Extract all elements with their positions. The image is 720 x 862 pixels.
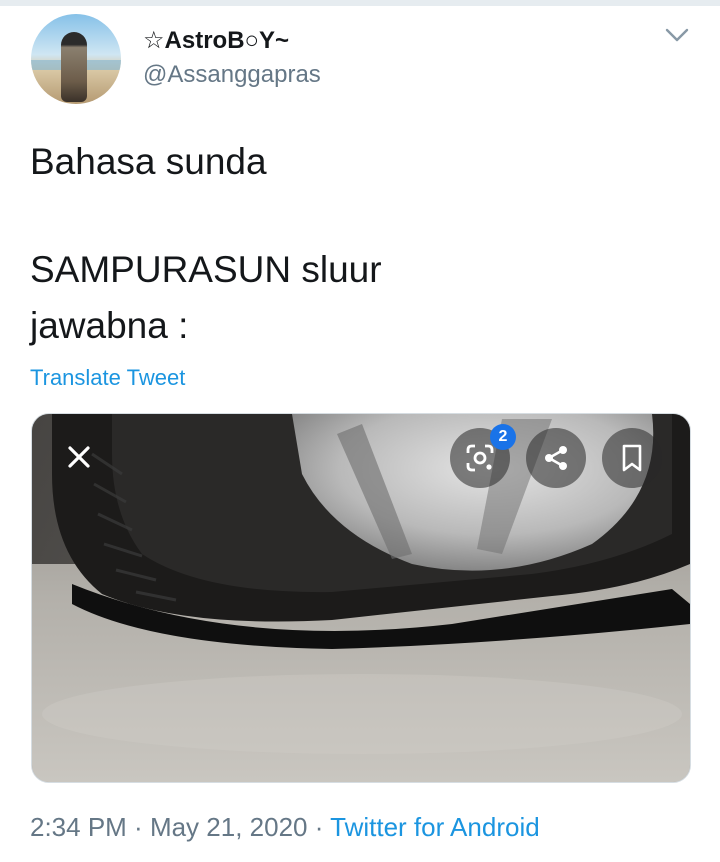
meta-separator-2: · — [307, 812, 331, 842]
tweet-text-line-1: Bahasa sunda — [30, 141, 267, 182]
tweet-source-link[interactable]: Twitter for Android — [330, 812, 540, 842]
share-icon — [545, 446, 567, 470]
close-button[interactable] — [56, 434, 102, 480]
avatar-person — [61, 32, 87, 102]
avatar[interactable] — [31, 14, 121, 104]
top-divider — [0, 0, 720, 6]
lens-badge: 2 — [490, 424, 516, 450]
bookmark-button[interactable] — [602, 428, 662, 488]
flat-tire-photo — [32, 414, 690, 782]
lens-icon — [466, 444, 494, 472]
bookmark-icon — [622, 444, 642, 472]
meta-separator: · — [126, 812, 150, 842]
tweet-time: 2:34 PM — [30, 812, 127, 842]
close-icon — [68, 446, 90, 468]
tweet-image[interactable]: 2 — [31, 413, 691, 783]
chevron-down-icon[interactable] — [664, 26, 690, 44]
display-name[interactable]: ☆AstroB○Y~ — [143, 26, 289, 55]
translate-tweet-link[interactable]: Translate Tweet — [30, 365, 185, 391]
tweet-date: May 21, 2020 — [149, 812, 308, 842]
share-button[interactable] — [526, 428, 586, 488]
tweet-text-line-3: jawabna : — [30, 305, 189, 346]
tweet-text-line-2: SAMPURASUN sluur — [30, 249, 382, 290]
tweet-meta: 2:34 PM · May 21, 2020 · Twitter for And… — [30, 812, 540, 843]
user-handle[interactable]: @Assanggapras — [143, 61, 321, 89]
